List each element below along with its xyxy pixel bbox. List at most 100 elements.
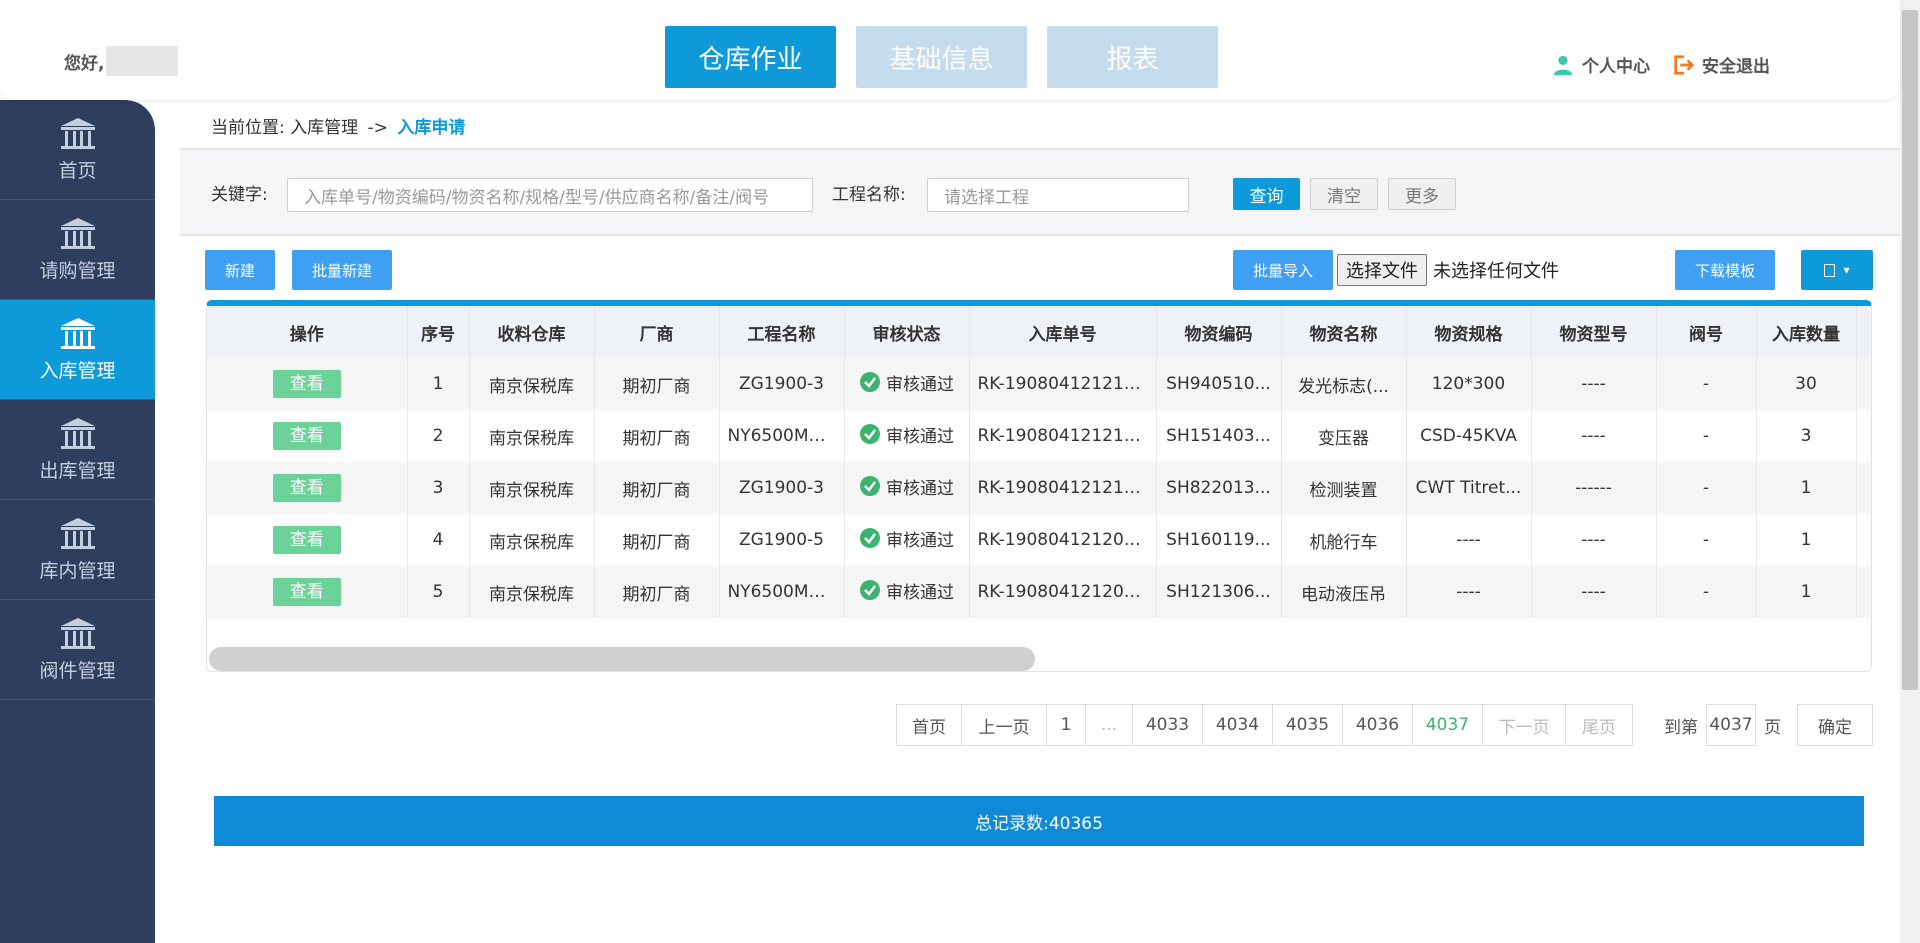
breadcrumb: 当前位置: 入库管理 -> 入库申请 bbox=[211, 113, 465, 138]
next-page-button[interactable]: 下一页 bbox=[1482, 704, 1566, 746]
status-text: 审核通过 bbox=[886, 582, 954, 603]
sidebar-item-valves[interactable]: 阀件管理 bbox=[0, 600, 155, 700]
actions-cell: 查看 bbox=[207, 566, 408, 618]
sidebar-item-label: 请购管理 bbox=[39, 260, 116, 282]
building-icon bbox=[60, 318, 95, 349]
page-button[interactable]: 4033 bbox=[1132, 704, 1203, 746]
project-cell: NY6500M3-1 bbox=[719, 410, 845, 462]
goto-prefix: 到第 bbox=[1664, 717, 1698, 738]
goto-page-input[interactable]: 4037 bbox=[1706, 704, 1756, 746]
column-header: 收料仓库 bbox=[469, 306, 595, 358]
status-text: 审核通过 bbox=[886, 478, 954, 499]
check-circle-icon bbox=[860, 528, 880, 549]
view-button[interactable]: 查看 bbox=[272, 578, 341, 606]
prev-page-button[interactable]: 上一页 bbox=[961, 704, 1047, 746]
building-icon bbox=[60, 618, 95, 649]
seq-cell: 4 bbox=[407, 514, 470, 566]
code-cell: SH940510... bbox=[1156, 358, 1282, 410]
vertical-scrollbar-thumb[interactable] bbox=[1902, 10, 1918, 690]
user-links: 个人中心 安全退出 bbox=[1552, 52, 1770, 77]
model-cell: ------ bbox=[1531, 462, 1657, 514]
column-header: 入库单号 bbox=[969, 306, 1157, 358]
vertical-scrollbar-track[interactable] bbox=[1900, 0, 1920, 943]
first-page-button[interactable]: 首页 bbox=[896, 704, 962, 746]
order-no-cell: RK-190804121210... bbox=[969, 462, 1157, 514]
goto-suffix: 页 bbox=[1764, 717, 1781, 738]
project-label: 工程名称: bbox=[832, 185, 906, 205]
download-template-button[interactable]: 下载模板 bbox=[1675, 250, 1775, 290]
warehouse-cell: 南京保税库 bbox=[469, 514, 595, 566]
check-circle-icon bbox=[860, 580, 880, 601]
status-cell: 审核通过 bbox=[844, 358, 970, 410]
sidebar-item-outbound[interactable]: 出库管理 bbox=[0, 400, 155, 500]
project-cell: ZG1900-3 bbox=[719, 358, 845, 410]
check-circle-icon bbox=[860, 476, 880, 497]
logout-label: 安全退出 bbox=[1702, 57, 1770, 77]
greeting-text: 您好, bbox=[64, 53, 105, 74]
logout-icon bbox=[1674, 54, 1694, 75]
sidebar-item-purchase[interactable]: 请购管理 bbox=[0, 200, 155, 300]
table-row: 查看 3 南京保税库 期初厂商 ZG1900-3 审核通过 RK-1908041… bbox=[207, 462, 1871, 514]
code-cell: SH151403... bbox=[1156, 410, 1282, 462]
batch-import-button[interactable]: 批量导入 bbox=[1233, 250, 1333, 290]
sidebar-item-inbound[interactable]: 入库管理 bbox=[0, 300, 155, 400]
keyword-input[interactable]: 入库单号/物资编码/物资名称/规格/型号/供应商名称/备注/阀号 bbox=[287, 178, 813, 212]
filter-bar: 关键字: 入库单号/物资编码/物资名称/规格/型号/供应商名称/备注/阀号 工程… bbox=[180, 148, 1900, 236]
code-cell: SH121306... bbox=[1156, 566, 1282, 618]
project-cell: ZG1900-5 bbox=[719, 514, 845, 566]
building-icon bbox=[60, 218, 95, 249]
breadcrumb-parent[interactable]: 入库管理 bbox=[290, 118, 358, 138]
column-toggle-button[interactable]: ▾ bbox=[1801, 250, 1873, 290]
vendor-cell: 期初厂商 bbox=[594, 462, 720, 514]
overflow-cell bbox=[1856, 462, 1871, 514]
horizontal-scrollbar[interactable] bbox=[209, 647, 1035, 671]
order-no-cell: RK-190804121209... bbox=[969, 566, 1157, 618]
column-header-overflow bbox=[1856, 306, 1871, 358]
tab-basic-info[interactable]: 基础信息 bbox=[856, 26, 1027, 88]
inbound-table: 操作 序号 收料仓库 厂商 工程名称 审核状态 入库单号 物资编码 物资名称 物… bbox=[206, 300, 1872, 672]
seq-cell: 5 bbox=[407, 566, 470, 618]
new-button[interactable]: 新建 bbox=[205, 250, 275, 290]
column-header: 厂商 bbox=[594, 306, 720, 358]
clear-button[interactable]: 清空 bbox=[1310, 178, 1378, 210]
project-select[interactable]: 请选择工程 bbox=[927, 178, 1189, 212]
warehouse-cell: 南京保税库 bbox=[469, 358, 595, 410]
check-circle-icon bbox=[860, 372, 880, 393]
page-button[interactable]: 4035 bbox=[1272, 704, 1343, 746]
column-header: 操作 bbox=[207, 306, 408, 358]
table-row: 查看 1 南京保税库 期初厂商 ZG1900-3 审核通过 RK-1908041… bbox=[207, 358, 1871, 410]
view-button[interactable]: 查看 bbox=[272, 474, 341, 502]
spec-cell: ---- bbox=[1406, 514, 1532, 566]
view-button[interactable]: 查看 bbox=[272, 526, 341, 554]
profile-link[interactable]: 个人中心 bbox=[1552, 52, 1650, 77]
actions-cell: 查看 bbox=[207, 514, 408, 566]
warehouse-cell: 南京保税库 bbox=[469, 462, 595, 514]
page-button[interactable]: 4034 bbox=[1202, 704, 1273, 746]
qty-cell: 30 bbox=[1756, 358, 1857, 410]
sidebar-item-inventory[interactable]: 库内管理 bbox=[0, 500, 155, 600]
tab-warehouse-ops[interactable]: 仓库作业 bbox=[665, 26, 836, 88]
project-cell: NY6500M3-1 bbox=[719, 566, 845, 618]
choose-file-button[interactable]: 选择文件 bbox=[1337, 254, 1427, 286]
goto-confirm-button[interactable]: 确定 bbox=[1797, 704, 1873, 746]
pagination: 首页 上一页 1 ... 4033 4034 4035 4036 4037 下一… bbox=[896, 704, 1633, 746]
name-cell: 检测装置 bbox=[1281, 462, 1407, 514]
valve-cell: - bbox=[1656, 462, 1757, 514]
last-page-button[interactable]: 尾页 bbox=[1565, 704, 1633, 746]
vendor-cell: 期初厂商 bbox=[594, 358, 720, 410]
model-cell: ---- bbox=[1531, 566, 1657, 618]
page-button[interactable]: 4036 bbox=[1342, 704, 1413, 746]
view-button[interactable]: 查看 bbox=[272, 370, 341, 398]
page-button-current[interactable]: 4037 bbox=[1412, 704, 1483, 746]
view-button[interactable]: 查看 bbox=[272, 422, 341, 450]
seq-cell: 1 bbox=[407, 358, 470, 410]
logout-link[interactable]: 安全退出 bbox=[1672, 52, 1770, 77]
overflow-cell bbox=[1856, 514, 1871, 566]
batch-new-button[interactable]: 批量新建 bbox=[292, 250, 392, 290]
search-button[interactable]: 查询 bbox=[1233, 178, 1300, 210]
sidebar-item-home[interactable]: 首页 bbox=[0, 100, 155, 200]
column-header: 序号 bbox=[407, 306, 470, 358]
page-button[interactable]: 1 bbox=[1046, 704, 1086, 746]
tab-reports[interactable]: 报表 bbox=[1047, 26, 1218, 88]
more-button[interactable]: 更多 bbox=[1388, 178, 1456, 210]
